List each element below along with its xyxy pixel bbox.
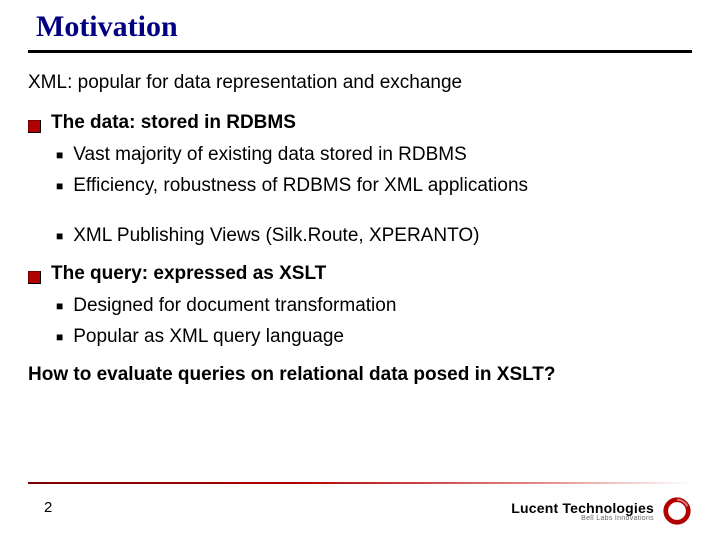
list-item: ■ Designed for document transformation xyxy=(56,294,692,318)
square-bullet-icon: ■ xyxy=(56,148,63,163)
square-bullet-icon: ■ xyxy=(56,229,63,244)
list-item: ■ Popular as XML query language xyxy=(56,325,692,349)
ring-icon xyxy=(662,496,692,526)
list-item: ■ Vast majority of existing data stored … xyxy=(56,143,692,167)
logo: Lucent Technologies Bell Labs Innovation… xyxy=(511,496,692,526)
section-head-data: The data: stored in RDBMS xyxy=(28,111,692,135)
list-item-text: Vast majority of existing data stored in… xyxy=(73,143,467,167)
square-bullet-icon: ■ xyxy=(56,330,63,345)
section-head-query: The query: expressed as XSLT xyxy=(28,262,692,286)
section-head-label: The data: stored in RDBMS xyxy=(51,111,296,135)
list-item-text: Efficiency, robustness of RDBMS for XML … xyxy=(73,174,528,198)
list-item-text: XML Publishing Views (Silk.Route, XPERAN… xyxy=(73,224,479,248)
list-item-text: Popular as XML query language xyxy=(73,325,344,349)
square-bullet-icon: ■ xyxy=(56,299,63,314)
bullet-box-icon xyxy=(28,267,41,280)
slide-title: Motivation xyxy=(0,0,720,50)
page-number: 2 xyxy=(44,499,52,516)
logo-main-text: Lucent Technologies xyxy=(511,501,654,515)
intro-text: XML: popular for data representation and… xyxy=(28,71,692,95)
list-item-text: Designed for document transformation xyxy=(73,294,396,318)
list-item: ■ XML Publishing Views (Silk.Route, XPER… xyxy=(56,224,692,248)
bullet-box-icon xyxy=(28,116,41,129)
section-head-label: The query: expressed as XSLT xyxy=(51,262,326,286)
list-item: ■ Efficiency, robustness of RDBMS for XM… xyxy=(56,174,692,198)
footer-rule xyxy=(28,482,692,484)
square-bullet-icon: ■ xyxy=(56,179,63,194)
closing-question: How to evaluate queries on relational da… xyxy=(28,363,692,387)
logo-sub-text: Bell Labs Innovations xyxy=(511,515,654,522)
content-area: XML: popular for data representation and… xyxy=(0,53,720,387)
